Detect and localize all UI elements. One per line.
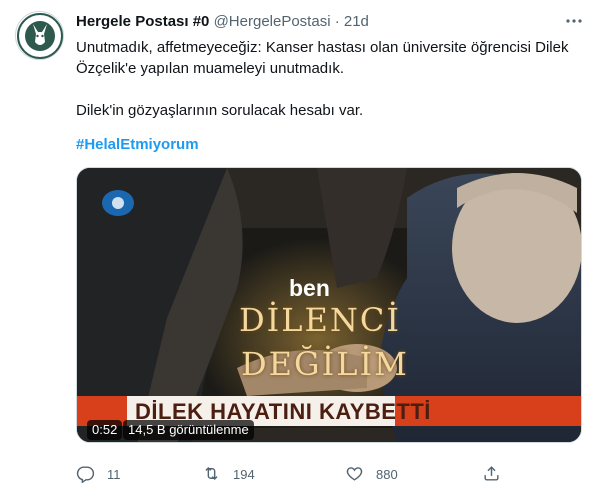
like-icon [346, 467, 363, 481]
tweet-text-line: Özçelik'e yapılan muameleyi unutmadık. [76, 60, 344, 77]
avatar[interactable] [15, 11, 64, 60]
overlay-text-ben: ben [289, 275, 330, 301]
tweet-header: Hergele Postası #0 @HergelePostasi · 21d [76, 13, 369, 31]
author-name[interactable]: Hergele Postası #0 [76, 13, 209, 30]
donkey-logo-icon [17, 13, 63, 59]
more-button[interactable] [565, 12, 583, 30]
tweet-text-line: Dilek'in gözyaşlarının sorulacak hesabı … [76, 102, 364, 119]
tweet[interactable]: Hergele Postası #0 @HergelePostasi · 21d… [0, 0, 598, 496]
reply-icon [76, 466, 95, 483]
tweet-text-line: Unutmadık, affetmeyeceğiz: Kanser hastas… [76, 39, 569, 56]
video-player[interactable]: ben DİLENCİ DEĞİLİM DİLEK HAYATINI KAYBE… [76, 167, 582, 443]
tweet-text: Unutmadık, affetmeyeceğiz: Kanser hastas… [76, 37, 576, 121]
video-duration: 0:52 [87, 420, 123, 440]
retweet-icon [205, 466, 218, 481]
separator: · [334, 13, 340, 30]
overlay-text-degilim: DEĞİLİM [241, 345, 409, 383]
more-icon [566, 19, 582, 23]
video-views: 14,5 B görüntülenme [123, 420, 254, 440]
overlay-text-dilenci: DİLENCİ [239, 301, 402, 339]
retweet-count: 194 [233, 467, 255, 482]
share-icon [484, 466, 499, 481]
reply-count: 11 [107, 467, 121, 482]
tweet-actions: 11 194 880 [76, 462, 582, 486]
timestamp[interactable]: 21d [344, 13, 369, 30]
hashtag-link[interactable]: #HelalEtmiyorum [76, 136, 199, 153]
like-count: 880 [376, 467, 398, 482]
author-handle[interactable]: @HergelePostasi [214, 13, 331, 30]
